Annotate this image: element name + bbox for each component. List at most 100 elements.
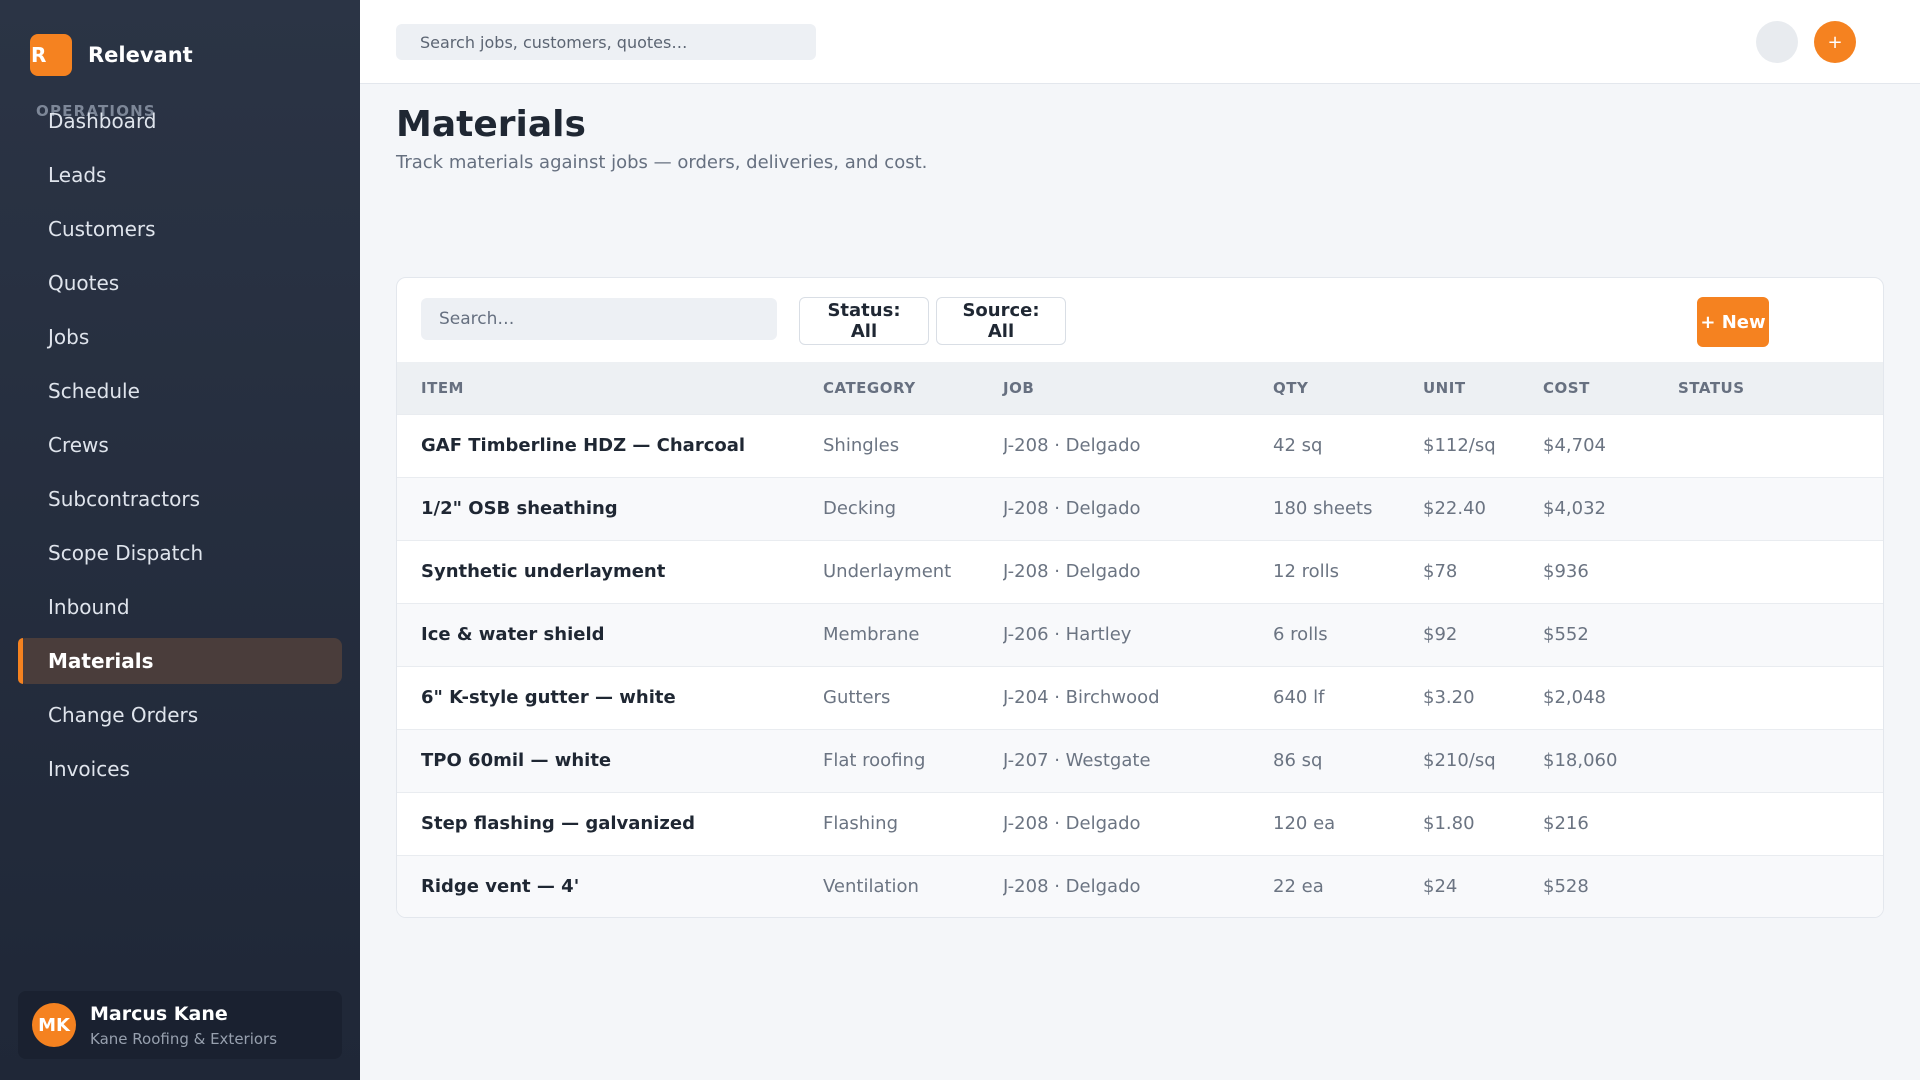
cell-qty: 42 sq bbox=[1273, 435, 1323, 456]
cell-category: Flat roofing bbox=[823, 750, 926, 771]
cell-status bbox=[1678, 477, 1883, 540]
materials-table-body: GAF Timberline HDZ — Charcoal Shingles J-2… bbox=[397, 414, 1883, 917]
table-search-input[interactable] bbox=[421, 298, 777, 340]
cell-job: J-208 · Delgado bbox=[1003, 876, 1141, 898]
notifications-button[interactable] bbox=[1756, 21, 1798, 63]
cell-unit: $24 bbox=[1423, 876, 1458, 898]
sidebar-item-quotes[interactable]: Quotes bbox=[18, 260, 342, 306]
cell-status bbox=[1678, 792, 1883, 855]
cell-cost: $216 bbox=[1543, 813, 1589, 834]
sidebar-item-inbound[interactable]: Inbound bbox=[18, 584, 342, 630]
cell-job: J-208 · Delgado bbox=[1003, 498, 1141, 519]
user-card[interactable]: MK Marcus Kane Kane Roofing & Exteriors bbox=[18, 991, 342, 1059]
cell-cost: $4,032 bbox=[1543, 498, 1606, 519]
user-name: Marcus Kane bbox=[90, 1002, 228, 1025]
sidebar-item-schedule[interactable]: Schedule bbox=[18, 368, 342, 414]
cell-item: Ice & water shield bbox=[421, 624, 605, 645]
avatar: MK bbox=[32, 1003, 76, 1047]
cell-item: Synthetic underlayment bbox=[421, 561, 666, 582]
sidebar-item-change-orders[interactable]: Change Orders bbox=[18, 692, 342, 738]
sidebar-item-jobs[interactable]: Jobs bbox=[18, 314, 342, 360]
table-row[interactable]: 6" K-style gutter — white Gutters J-204 · … bbox=[397, 666, 1883, 729]
sidebar-item-scope-dispatch[interactable]: Scope Dispatch bbox=[18, 530, 342, 576]
cell-category: Underlayment bbox=[823, 561, 952, 582]
cell-status bbox=[1678, 729, 1883, 792]
cell-status bbox=[1678, 414, 1883, 477]
sidebar-item-leads[interactable]: Leads bbox=[18, 152, 342, 198]
sidebar-nav: Dashboard Leads Customers Quotes Jobs Sc… bbox=[18, 98, 342, 800]
brand[interactable]: R Relevant bbox=[30, 34, 193, 76]
cell-unit: $22.40 bbox=[1423, 498, 1486, 519]
cell-qty: 12 rolls bbox=[1273, 561, 1340, 582]
cell-cost: $18,060 bbox=[1543, 750, 1618, 771]
sidebar-item-materials[interactable]: Materials bbox=[18, 638, 342, 684]
new-material-button[interactable]: + New bbox=[1697, 297, 1769, 347]
cell-item: GAF Timberline HDZ — Charcoal bbox=[421, 435, 746, 456]
materials-table: ITEM CATEGORY JOB QTY UNIT COST STATUS G… bbox=[397, 362, 1883, 917]
column-header-cost[interactable]: COST bbox=[1543, 362, 1678, 414]
cell-category: Decking bbox=[823, 498, 897, 519]
cell-qty: 6 rolls bbox=[1273, 624, 1328, 645]
table-row[interactable]: Ice & water shield Membrane J-206 · Hartle… bbox=[397, 603, 1883, 666]
column-header-status[interactable]: STATUS bbox=[1678, 362, 1883, 414]
cell-category: Shingles bbox=[823, 435, 900, 456]
table-header-row: ITEM CATEGORY JOB QTY UNIT COST STATUS bbox=[397, 362, 1883, 414]
cell-item: 6" K-style gutter — white bbox=[421, 687, 676, 708]
cell-item: Ridge vent — 4' bbox=[421, 876, 580, 898]
cell-qty: 22 ea bbox=[1273, 876, 1324, 898]
table-row[interactable]: GAF Timberline HDZ — Charcoal Shingles J-2… bbox=[397, 414, 1883, 477]
cell-unit: $112/sq bbox=[1423, 435, 1496, 456]
table-row[interactable]: Ridge vent — 4' Ventilation J-208 · Delgad… bbox=[397, 855, 1883, 917]
brand-name: Relevant bbox=[88, 43, 193, 67]
cell-unit: $3.20 bbox=[1423, 687, 1475, 708]
cell-unit: $92 bbox=[1423, 624, 1458, 645]
cell-category: Membrane bbox=[823, 624, 920, 645]
cell-cost: $552 bbox=[1543, 624, 1589, 645]
cell-status bbox=[1678, 540, 1883, 603]
column-header-unit[interactable]: UNIT bbox=[1423, 362, 1543, 414]
table-row[interactable]: Step flashing — galvanized Flashing J-208 … bbox=[397, 792, 1883, 855]
cell-cost: $528 bbox=[1543, 876, 1589, 898]
table-row[interactable]: TPO 60mil — white Flat roofing J-207 · Wes… bbox=[397, 729, 1883, 792]
cell-category: Gutters bbox=[823, 687, 891, 708]
cell-job: J-208 · Delgado bbox=[1003, 435, 1141, 456]
global-search-input[interactable] bbox=[396, 24, 816, 60]
column-header-job[interactable]: JOB bbox=[1003, 362, 1273, 414]
column-header-qty[interactable]: QTY bbox=[1273, 362, 1423, 414]
status-filter-button[interactable]: Status: All bbox=[799, 297, 929, 345]
cell-qty: 86 sq bbox=[1273, 750, 1323, 771]
sidebar-item-invoices[interactable]: Invoices bbox=[18, 746, 342, 792]
sidebar-item-crews[interactable]: Crews bbox=[18, 422, 342, 468]
cell-item: Step flashing — galvanized bbox=[421, 813, 695, 834]
cell-job: J-208 · Delgado bbox=[1003, 561, 1141, 582]
brand-logo: R bbox=[30, 34, 72, 76]
source-filter-button[interactable]: Source: All bbox=[936, 297, 1066, 345]
cell-job: J-206 · Hartley bbox=[1003, 624, 1132, 645]
sidebar-item-subcontractors[interactable]: Subcontractors bbox=[18, 476, 342, 522]
column-header-item[interactable]: ITEM bbox=[397, 362, 823, 414]
cell-qty: 180 sheets bbox=[1273, 498, 1373, 519]
cell-cost: $936 bbox=[1543, 561, 1589, 582]
page-subtitle: Track materials against jobs — orders, d… bbox=[396, 152, 928, 173]
cell-job: J-208 · Delgado bbox=[1003, 813, 1141, 834]
sidebar-item-dashboard[interactable]: Dashboard bbox=[18, 98, 342, 144]
column-header-category[interactable]: CATEGORY bbox=[823, 362, 1003, 414]
quick-add-button[interactable]: + bbox=[1814, 21, 1856, 63]
cell-category: Ventilation bbox=[823, 876, 919, 898]
cell-unit: $210/sq bbox=[1423, 750, 1496, 771]
cell-category: Flashing bbox=[823, 813, 899, 834]
cell-qty: 640 lf bbox=[1273, 687, 1325, 708]
cell-qty: 120 ea bbox=[1273, 813, 1336, 834]
table-row[interactable]: 1/2" OSB sheathing Decking J-208 · Delgado… bbox=[397, 477, 1883, 540]
cell-unit: $78 bbox=[1423, 561, 1458, 582]
cell-unit: $1.80 bbox=[1423, 813, 1475, 834]
table-row[interactable]: Synthetic underlayment Underlayment J-208 … bbox=[397, 540, 1883, 603]
materials-card: Status: All Source: All + New ITEM CATEG… bbox=[396, 277, 1884, 918]
cell-job: J-204 · Birchwood bbox=[1003, 687, 1160, 708]
table-toolbar: Status: All Source: All + New bbox=[397, 278, 1883, 362]
sidebar-item-customers[interactable]: Customers bbox=[18, 206, 342, 252]
sidebar: R Relevant OPERATIONS Dashboard Leads Cu… bbox=[0, 0, 360, 1080]
page-title: Materials bbox=[396, 104, 586, 145]
user-meta: Marcus Kane Kane Roofing & Exteriors bbox=[90, 1003, 277, 1048]
cell-item: TPO 60mil — white bbox=[421, 750, 612, 771]
